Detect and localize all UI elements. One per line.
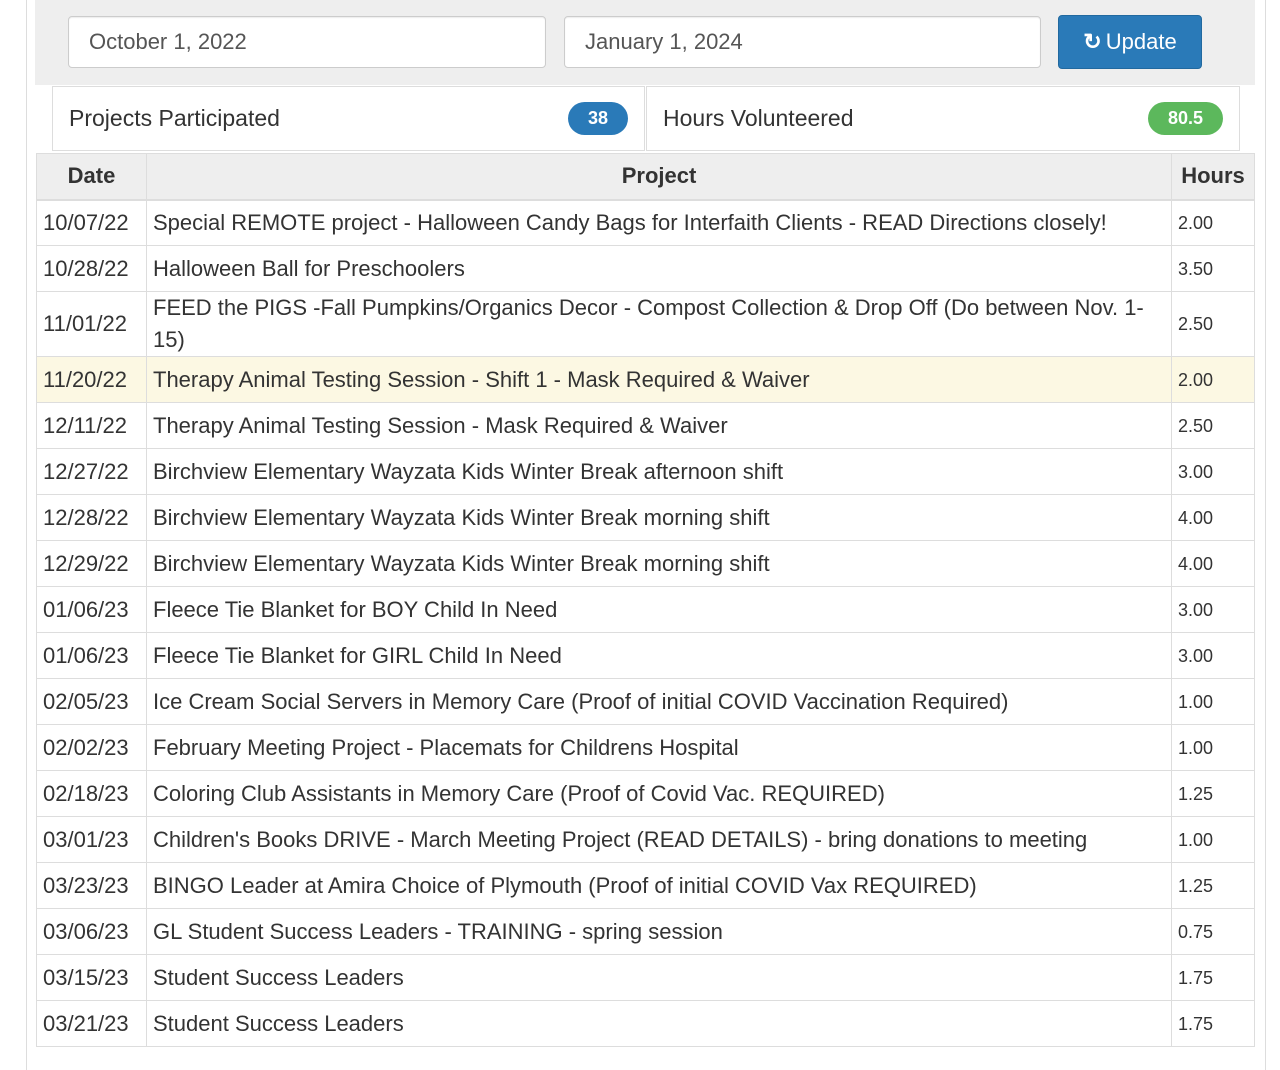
- hours-total-badge: 80.5: [1147, 102, 1223, 135]
- cell-project: Fleece Tie Blanket for GIRL Child In Nee…: [146, 632, 1172, 679]
- table-row: 12/28/22 Birchview Elementary Wayzata Kid…: [36, 494, 1255, 541]
- cell-project: Special REMOTE project - Halloween Candy…: [146, 199, 1172, 246]
- table-row: 10/28/22 Halloween Ball for Preschoolers 3…: [36, 245, 1255, 292]
- table-row: 02/02/23 February Meeting Project - Place…: [36, 724, 1255, 771]
- cell-date: 03/06/23: [36, 908, 147, 955]
- table-row: 03/01/23 Children's Books DRIVE - March M…: [36, 816, 1255, 863]
- cell-date: 12/27/22: [36, 448, 147, 495]
- cell-hours: 2.00: [1171, 356, 1255, 403]
- table-row: 03/21/23 Student Success Leaders 1.75: [36, 1000, 1255, 1047]
- cell-hours: 4.00: [1171, 540, 1255, 587]
- cell-project: Halloween Ball for Preschoolers: [146, 245, 1172, 292]
- cell-hours: 2.00: [1171, 199, 1255, 246]
- end-date-input[interactable]: January 1, 2024: [564, 16, 1041, 68]
- cell-project: Student Success Leaders: [146, 1000, 1172, 1047]
- cell-project: Therapy Animal Testing Session - Mask Re…: [146, 402, 1172, 449]
- table-row: 03/15/23 Student Success Leaders 1.75: [36, 954, 1255, 1001]
- table-row: 01/06/23 Fleece Tie Blanket for BOY Child…: [36, 586, 1255, 633]
- cell-project: Birchview Elementary Wayzata Kids Winter…: [146, 540, 1172, 587]
- start-date-input[interactable]: October 1, 2022: [68, 16, 546, 68]
- hours-label: Hours Volunteered: [663, 105, 854, 131]
- volunteer-history-table: Date Project Hours 10/07/22 Special REMOT…: [36, 153, 1255, 1047]
- cell-date: 10/07/22: [36, 199, 147, 246]
- table-row: 10/07/22 Special REMOTE project - Hallowe…: [36, 199, 1255, 246]
- cell-date: 02/02/23: [36, 724, 147, 771]
- header-project: Project: [146, 153, 1172, 201]
- cell-date: 03/21/23: [36, 1000, 147, 1047]
- table-row: 03/06/23 GL Student Success Leaders - TRA…: [36, 908, 1255, 955]
- cell-project: February Meeting Project - Placemats for…: [146, 724, 1172, 771]
- cell-date: 11/01/22: [36, 291, 147, 357]
- cell-hours: 1.00: [1171, 678, 1255, 725]
- cell-project: Therapy Animal Testing Session - Shift 1…: [146, 356, 1172, 403]
- cell-hours: 2.50: [1171, 291, 1255, 357]
- table-row: 12/11/22 Therapy Animal Testing Session -…: [36, 402, 1255, 449]
- cell-project: BINGO Leader at Amira Choice of Plymouth…: [146, 862, 1172, 909]
- cell-date: 01/06/23: [36, 632, 147, 679]
- cell-hours: 3.00: [1171, 586, 1255, 633]
- cell-project: FEED the PIGS -Fall Pumpkins/Organics De…: [146, 291, 1172, 357]
- cell-date: 12/29/22: [36, 540, 147, 587]
- table-row: 11/20/22 Therapy Animal Testing Session -…: [36, 356, 1255, 403]
- table-row: 12/29/22 Birchview Elementary Wayzata Kid…: [36, 540, 1255, 587]
- cell-hours: 3.50: [1171, 245, 1255, 292]
- cell-hours: 2.50: [1171, 402, 1255, 449]
- cell-date: 11/20/22: [36, 356, 147, 403]
- table-row: 02/18/23 Coloring Club Assistants in Memo…: [36, 770, 1255, 817]
- cell-project: Coloring Club Assistants in Memory Care …: [146, 770, 1172, 817]
- cell-hours: 1.00: [1171, 816, 1255, 863]
- cell-hours: 0.75: [1171, 908, 1255, 955]
- cell-date: 03/01/23: [36, 816, 147, 863]
- cell-hours: 1.75: [1171, 954, 1255, 1001]
- cell-hours: 1.00: [1171, 724, 1255, 771]
- cell-hours: 4.00: [1171, 494, 1255, 541]
- cell-date: 03/23/23: [36, 862, 147, 909]
- cell-hours: 3.00: [1171, 448, 1255, 495]
- table-row: 02/05/23 Ice Cream Social Servers in Memo…: [36, 678, 1255, 725]
- cell-project: Fleece Tie Blanket for BOY Child In Need: [146, 586, 1172, 633]
- cell-hours: 1.25: [1171, 862, 1255, 909]
- cell-hours: 1.25: [1171, 770, 1255, 817]
- cell-project: Ice Cream Social Servers in Memory Care …: [146, 678, 1172, 725]
- cell-project: GL Student Success Leaders - TRAINING - …: [146, 908, 1172, 955]
- header-hours: Hours: [1171, 153, 1255, 201]
- cell-date: 01/06/23: [36, 586, 147, 633]
- cell-hours: 3.00: [1171, 632, 1255, 679]
- cell-project: Birchview Elementary Wayzata Kids Winter…: [146, 448, 1172, 495]
- cell-date: 12/11/22: [36, 402, 147, 449]
- projects-participated-card: Projects Participated 38: [52, 86, 645, 151]
- table-row: 01/06/23 Fleece Tie Blanket for GIRL Chil…: [36, 632, 1255, 679]
- cell-project: Student Success Leaders: [146, 954, 1172, 1001]
- cell-hours: 1.75: [1171, 1000, 1255, 1047]
- projects-label: Projects Participated: [69, 105, 280, 131]
- header-date: Date: [36, 153, 147, 201]
- cell-project: Children's Books DRIVE - March Meeting P…: [146, 816, 1172, 863]
- projects-count-badge: 38: [567, 102, 628, 135]
- table-row: 12/27/22 Birchview Elementary Wayzata Kid…: [36, 448, 1255, 495]
- refresh-icon: ↻: [1083, 29, 1102, 54]
- cell-date: 02/18/23: [36, 770, 147, 817]
- table-row: 11/01/22 FEED the PIGS -Fall Pumpkins/Org…: [36, 291, 1255, 357]
- table-row: 03/23/23 BINGO Leader at Amira Choice of …: [36, 862, 1255, 909]
- cell-date: 03/15/23: [36, 954, 147, 1001]
- cell-date: 02/05/23: [36, 678, 147, 725]
- cell-project: Birchview Elementary Wayzata Kids Winter…: [146, 494, 1172, 541]
- update-label: Update: [1105, 29, 1177, 54]
- update-button[interactable]: ↻ Update: [1058, 15, 1202, 69]
- cell-date: 12/28/22: [36, 494, 147, 541]
- hours-volunteered-card: Hours Volunteered 80.5: [646, 86, 1240, 151]
- cell-date: 10/28/22: [36, 245, 147, 292]
